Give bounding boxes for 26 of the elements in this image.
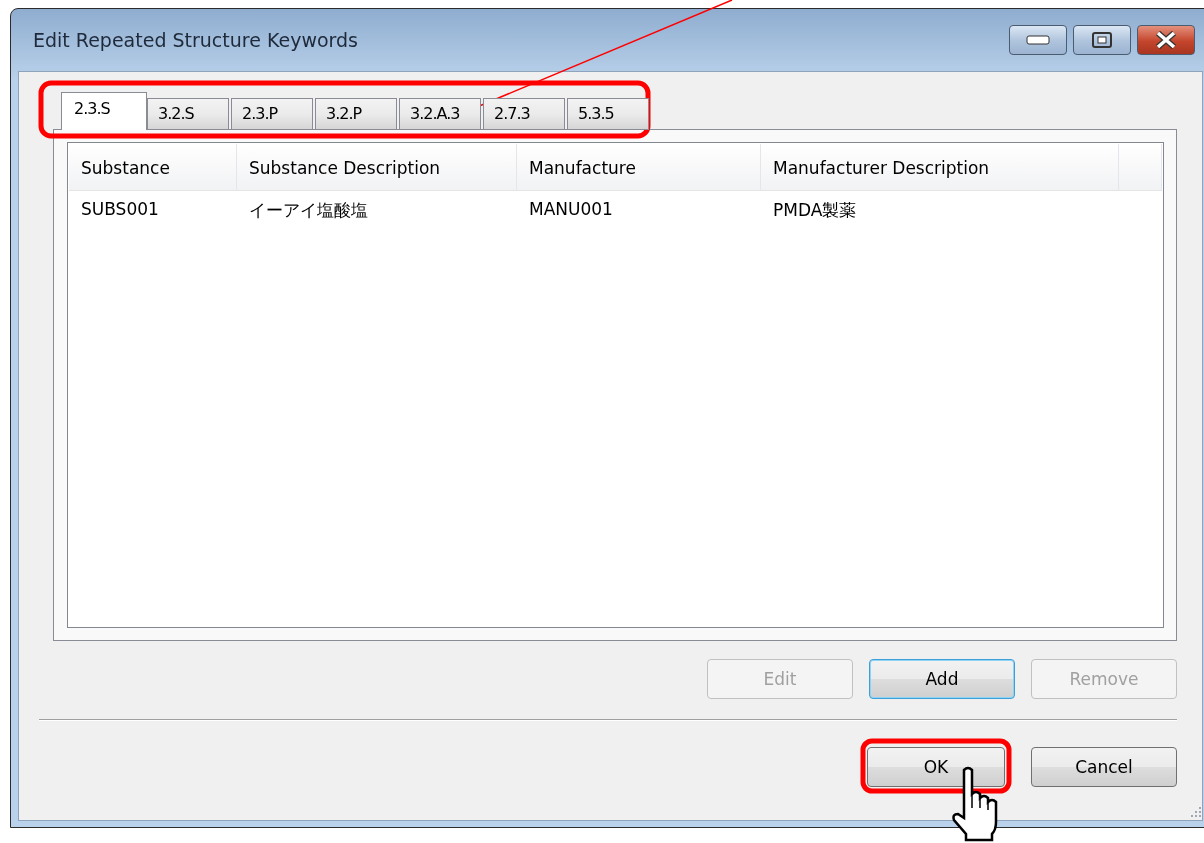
- minimize-icon: [1026, 35, 1050, 45]
- tab[interactable]: 2.7.3: [483, 98, 565, 130]
- column-header[interactable]: Manufacturer Description: [761, 144, 1119, 190]
- table-cell-text: PMDA製薬: [772, 199, 858, 222]
- maximize-icon: [1092, 32, 1112, 48]
- table-cell-text: MANU001: [528, 198, 614, 221]
- tab[interactable]: 2.3.P: [231, 98, 313, 130]
- tab[interactable]: 2.3.S: [61, 92, 147, 130]
- maximize-button[interactable]: [1073, 25, 1131, 55]
- cancel-button[interactable]: Cancel: [1031, 747, 1177, 787]
- column-header[interactable]: Substance: [69, 144, 237, 190]
- column-header[interactable]: Manufacture: [517, 144, 761, 190]
- tab[interactable]: 3.2.S: [147, 98, 229, 130]
- resize-grip-icon[interactable]: [1189, 805, 1201, 817]
- close-button[interactable]: [1137, 25, 1195, 55]
- close-icon: [1154, 31, 1178, 49]
- minimize-button[interactable]: [1009, 25, 1067, 55]
- table-cell-text: イーアイ塩酸塩: [248, 199, 369, 222]
- tab[interactable]: 5.3.5: [567, 98, 649, 130]
- window-title: Edit Repeated Structure Keywords: [33, 29, 359, 51]
- tab[interactable]: 3.2.P: [315, 98, 397, 130]
- column-header[interactable]: Substance Description: [237, 144, 517, 190]
- tab[interactable]: 3.2.A.3: [399, 98, 481, 130]
- table-cell-text: SUBS001: [80, 198, 160, 221]
- add-button[interactable]: Add: [869, 659, 1015, 699]
- ok-button[interactable]: OK: [867, 747, 1005, 787]
